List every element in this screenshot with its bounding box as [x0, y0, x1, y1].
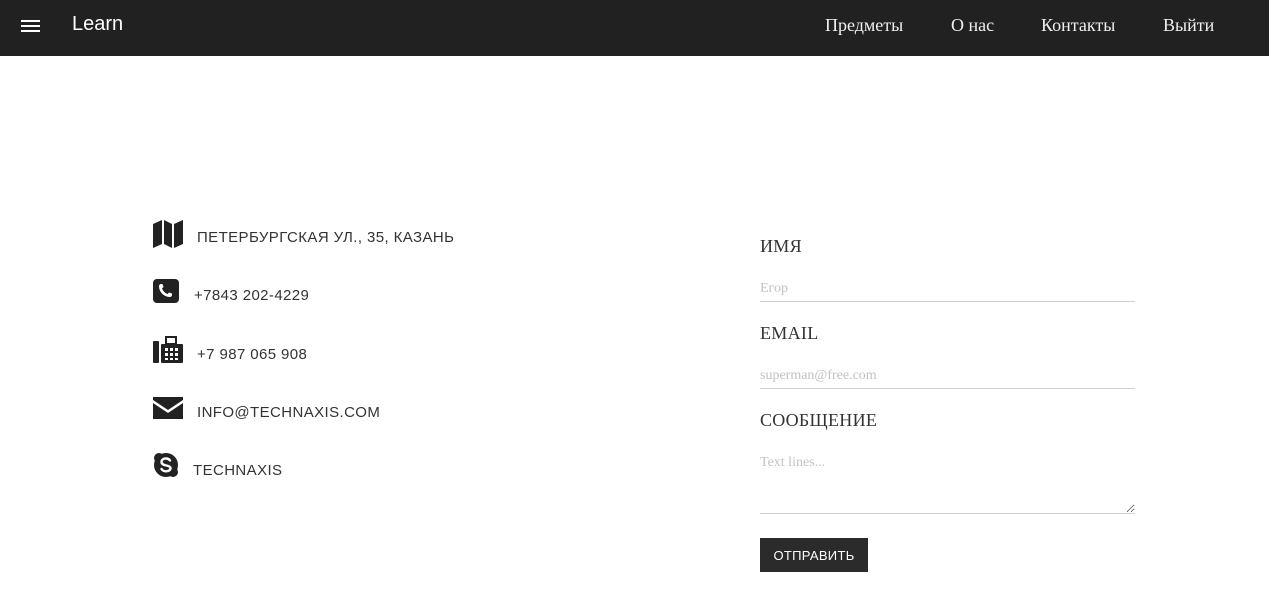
- nav-link-subjects[interactable]: Предметы: [825, 15, 903, 36]
- top-navbar: Learn Предметы О нас Контакты Выйти: [0, 0, 1269, 56]
- email-label: EMAIL: [760, 323, 819, 343]
- name-label: ИМЯ: [760, 236, 802, 256]
- nav-link-about[interactable]: О нас: [951, 15, 994, 36]
- contact-skype-text: TECHNAXIS: [193, 462, 283, 479]
- email-input[interactable]: [760, 364, 1135, 389]
- contact-address-text: ПЕТЕРБУРГСКАЯ УЛ., 35, КАЗАНЬ: [197, 229, 455, 246]
- contact-phone-text: +7843 202-4229: [194, 287, 310, 304]
- contact-fax-text: +7 987 065 908: [197, 346, 308, 363]
- contact-email-text: INFO@TECHNAXIS.COM: [197, 404, 381, 421]
- name-input[interactable]: [760, 277, 1135, 302]
- submit-button[interactable]: ОТПРАВИТЬ: [760, 538, 868, 572]
- map-icon: [153, 220, 183, 248]
- nav-link-logout[interactable]: Выйти: [1163, 15, 1214, 36]
- fax-icon: [153, 336, 183, 363]
- skype-icon: [154, 453, 178, 477]
- message-textarea[interactable]: [760, 452, 1135, 514]
- message-label: СООБЩЕНИЕ: [760, 410, 878, 430]
- phone-icon: [153, 279, 179, 303]
- main-nav: Предметы О нас Контакты Выйти: [0, 15, 1269, 39]
- nav-link-contacts[interactable]: Контакты: [1041, 15, 1115, 36]
- envelope-icon: [153, 397, 183, 419]
